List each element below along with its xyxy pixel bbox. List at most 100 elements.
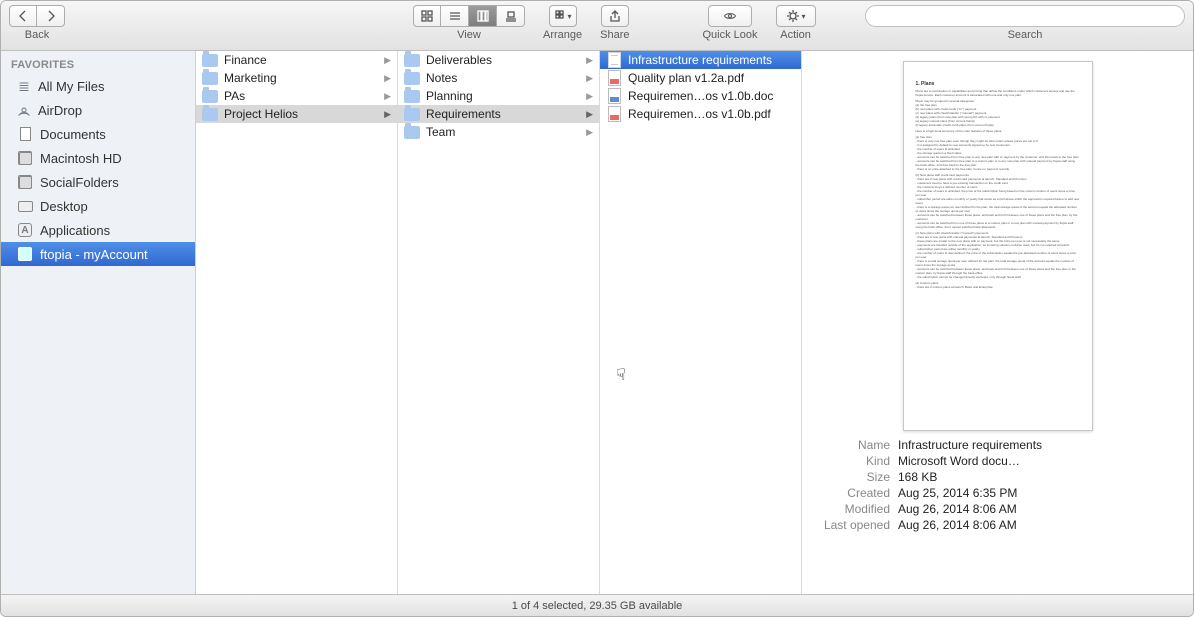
row-label: Team bbox=[426, 125, 580, 139]
share-button[interactable] bbox=[601, 5, 629, 27]
column-2: Deliverables ▶ Notes ▶ Planning ▶ Requireme… bbox=[398, 51, 600, 594]
chevron-right-icon: ▶ bbox=[384, 91, 391, 102]
folder-row[interactable]: Marketing ▶ bbox=[196, 69, 397, 87]
sidebar-item-airdrop[interactable]: AirDrop bbox=[1, 98, 195, 122]
row-label: Notes bbox=[426, 71, 580, 85]
view-column-button[interactable] bbox=[469, 5, 497, 27]
folder-row[interactable]: Deliverables ▶ bbox=[398, 51, 599, 69]
folder-icon bbox=[404, 52, 420, 68]
folder-icon bbox=[17, 246, 33, 262]
folder-row[interactable]: Team ▶ bbox=[398, 123, 599, 141]
quicklook-label: Quick Look bbox=[703, 29, 758, 41]
meta-key: Last opened bbox=[810, 518, 890, 532]
toolbar: Back View ▾ Arrange Share bbox=[1, 1, 1193, 51]
action-label: Action bbox=[780, 29, 811, 41]
search-input[interactable] bbox=[865, 5, 1185, 27]
forward-button[interactable] bbox=[37, 5, 65, 27]
folder-row[interactable]: Requirements▶ bbox=[398, 105, 599, 123]
doc-icon bbox=[606, 88, 622, 104]
row-label: Planning bbox=[426, 89, 580, 103]
status-text: 1 of 4 selected, 29.35 GB available bbox=[512, 600, 683, 612]
arrange-label: Arrange bbox=[543, 29, 582, 41]
sidebar-item-label: All My Files bbox=[38, 79, 104, 94]
folder-icon bbox=[404, 124, 420, 140]
chevron-right-icon: ▶ bbox=[384, 55, 391, 66]
file-row[interactable]: Requiremen…os v1.0b.doc bbox=[600, 87, 801, 105]
row-label: Requiremen…os v1.0b.pdf bbox=[628, 107, 795, 121]
airdrop-icon bbox=[17, 103, 31, 117]
sidebar-item-label: Macintosh HD bbox=[40, 151, 122, 166]
chevron-right-icon: ▶ bbox=[586, 73, 593, 84]
meta-value: Microsoft Word docu… bbox=[898, 454, 1185, 468]
file-row[interactable]: Quality plan v1.2a.pdf bbox=[600, 69, 801, 87]
nav-buttons bbox=[9, 5, 65, 27]
row-label: Marketing bbox=[224, 71, 378, 85]
preview-pane: 1. Plans Plans are a combination of capa… bbox=[802, 51, 1193, 594]
sidebar-item-socialfolders[interactable]: SocialFolders bbox=[1, 170, 195, 194]
sidebar-item-all-my-files[interactable]: All My Files bbox=[1, 74, 195, 98]
preview-thumbnail[interactable]: 1. Plans Plans are a combination of capa… bbox=[903, 61, 1093, 431]
meta-value: Infrastructure requirements bbox=[898, 438, 1185, 452]
row-label: Finance bbox=[224, 53, 378, 67]
folder-icon bbox=[202, 106, 218, 122]
sidebar-item-documents[interactable]: Documents bbox=[1, 122, 195, 146]
meta-key: Kind bbox=[810, 454, 890, 468]
pdf-icon bbox=[606, 70, 622, 86]
chevron-right-icon: ▶ bbox=[586, 91, 593, 102]
row-label: PAs bbox=[224, 89, 378, 103]
column-3: Infrastructure requirements Quality plan… bbox=[600, 51, 802, 594]
view-list-button[interactable] bbox=[441, 5, 469, 27]
documents-icon bbox=[17, 126, 33, 142]
preview-metadata: Name Infrastructure requirements Kind Micr… bbox=[810, 437, 1185, 533]
folder-row[interactable]: PAs ▶ bbox=[196, 87, 397, 105]
status-bar: 1 of 4 selected, 29.35 GB available bbox=[1, 594, 1193, 616]
sidebar-item-label: Documents bbox=[40, 127, 106, 142]
sidebar-item-applications[interactable]: Applications bbox=[1, 218, 195, 242]
chevron-right-icon: ▶ bbox=[384, 109, 391, 120]
action-button[interactable]: ▾ bbox=[776, 5, 816, 27]
chevron-right-icon: ▶ bbox=[586, 55, 593, 66]
quicklook-button[interactable] bbox=[708, 5, 752, 27]
row-label: Requirements bbox=[426, 107, 580, 121]
all-my-files-icon bbox=[17, 79, 31, 93]
sidebar: FAVORITES All My Files AirDrop Documents… bbox=[1, 51, 196, 594]
meta-key: Size bbox=[810, 470, 890, 484]
sidebar-item-label: AirDrop bbox=[38, 103, 82, 118]
word-doc-icon bbox=[606, 52, 622, 68]
row-label: Deliverables bbox=[426, 53, 580, 67]
meta-key: Name bbox=[810, 438, 890, 452]
folder-icon bbox=[404, 70, 420, 86]
hard-drive-icon bbox=[17, 174, 33, 190]
pdf-icon bbox=[606, 106, 622, 122]
folder-row[interactable]: Planning ▶ bbox=[398, 87, 599, 105]
sidebar-item-ftopia[interactable]: ftopia - myAccount bbox=[1, 242, 195, 266]
file-row[interactable]: Requiremen…os v1.0b.pdf bbox=[600, 105, 801, 123]
folder-icon bbox=[202, 88, 218, 104]
folder-row[interactable]: Project Helios ▶ bbox=[196, 105, 397, 123]
folder-icon bbox=[404, 88, 420, 104]
file-row[interactable]: Infrastructure requirements bbox=[600, 51, 801, 69]
folder-icon bbox=[202, 70, 218, 86]
applications-icon bbox=[17, 222, 33, 238]
desktop-icon bbox=[17, 198, 33, 214]
sidebar-item-label: ftopia - myAccount bbox=[40, 247, 148, 262]
sidebar-item-macintosh-hd[interactable]: Macintosh HD bbox=[1, 146, 195, 170]
sidebar-item-desktop[interactable]: Desktop bbox=[1, 194, 195, 218]
sidebar-item-label: Applications bbox=[40, 223, 110, 238]
row-label: Project Helios bbox=[224, 107, 378, 121]
sidebar-item-label: Desktop bbox=[40, 199, 88, 214]
folder-row[interactable]: Finance ▶ bbox=[196, 51, 397, 69]
chevron-right-icon: ▶ bbox=[586, 127, 593, 138]
sidebar-header: FAVORITES bbox=[1, 57, 195, 74]
chevron-right-icon: ▶ bbox=[384, 73, 391, 84]
sidebar-item-label: SocialFolders bbox=[40, 175, 119, 190]
arrange-button[interactable]: ▾ bbox=[549, 5, 577, 27]
back-label: Back bbox=[25, 29, 49, 41]
view-icon-button[interactable] bbox=[413, 5, 441, 27]
meta-value: Aug 25, 2014 6:35 PM bbox=[898, 486, 1185, 500]
hard-drive-icon bbox=[17, 150, 33, 166]
row-label: Quality plan v1.2a.pdf bbox=[628, 71, 795, 85]
view-coverflow-button[interactable] bbox=[497, 5, 525, 27]
back-button[interactable] bbox=[9, 5, 37, 27]
folder-row[interactable]: Notes ▶ bbox=[398, 69, 599, 87]
